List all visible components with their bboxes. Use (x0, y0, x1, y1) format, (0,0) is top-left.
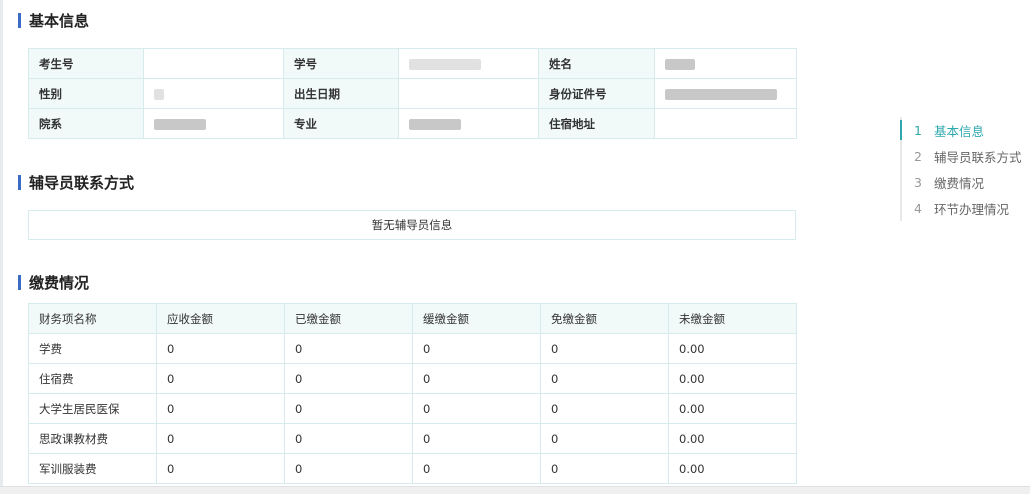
basic-info-table: 考生号 学号 姓名 性别 出生日期 身份证件号 院系 专业 住宿地址 (28, 48, 797, 139)
table-cell: 0 (412, 423, 541, 454)
column-header: 免缴金额 (540, 303, 669, 334)
value-major (398, 108, 539, 139)
section-marker (18, 175, 21, 190)
column-header: 财务项名称 (28, 303, 157, 334)
toc-item-label: 环节办理情况 (934, 201, 1010, 217)
table-cell: 0 (156, 363, 285, 394)
value-exam-number (143, 48, 284, 79)
label-exam-number: 考生号 (28, 48, 144, 79)
table-cell: 0 (156, 423, 285, 454)
label-birth-date: 出生日期 (283, 78, 399, 109)
table-cell: 0 (412, 333, 541, 364)
table-cell: 0 (284, 363, 413, 394)
redacted-value (409, 58, 481, 70)
table-row: 思政课教材费 0 0 0 0 0.00 (28, 423, 797, 454)
table-row: 考生号 学号 姓名 (28, 48, 797, 79)
table-cell: 0 (284, 393, 413, 424)
redacted-value (409, 118, 461, 130)
section-title-text: 辅导员联系方式 (29, 174, 135, 192)
value-name (654, 48, 797, 79)
table-cell: 0.00 (668, 453, 797, 484)
value-birth-date (398, 78, 539, 109)
table-cell: 0 (156, 393, 285, 424)
table-cell: 0 (156, 333, 285, 364)
table-cell: 0 (284, 453, 413, 484)
section-title-counselor: 辅导员联系方式 (18, 172, 134, 193)
label-dorm-address: 住宿地址 (538, 108, 655, 139)
column-header: 未缴金额 (668, 303, 797, 334)
redacted-value (154, 118, 206, 130)
redacted-value (154, 88, 164, 100)
label-gender: 性别 (28, 78, 144, 109)
label-name: 姓名 (538, 48, 655, 79)
table-cell: 0 (540, 423, 669, 454)
table-row: 性别 出生日期 身份证件号 (28, 78, 797, 109)
toc-item-procedures[interactable]: 4 环节办理情况 (902, 195, 1022, 221)
table-cell: 0.00 (668, 393, 797, 424)
label-major: 专业 (283, 108, 399, 139)
table-row: 大学生居民医保 0 0 0 0 0.00 (28, 393, 797, 424)
table-cell: 住宿费 (28, 363, 157, 394)
table-cell: 大学生居民医保 (28, 393, 157, 424)
value-student-id (398, 48, 539, 79)
section-marker (18, 275, 21, 290)
table-cell: 思政课教材费 (28, 423, 157, 454)
table-cell: 军训服装费 (28, 453, 157, 484)
table-cell: 0.00 (668, 333, 797, 364)
value-id-number (654, 78, 797, 109)
label-department: 院系 (28, 108, 144, 139)
toc-item-label: 缴费情况 (934, 175, 985, 191)
toc-item-number: 1 (914, 122, 922, 138)
section-title-text: 基本信息 (29, 12, 90, 30)
section-title-fees: 缴费情况 (18, 272, 89, 293)
redacted-value (665, 88, 777, 100)
section-title-text: 缴费情况 (29, 274, 90, 292)
table-row: 军训服装费 0 0 0 0 0.00 (28, 453, 797, 484)
column-header: 缓缴金额 (412, 303, 541, 334)
toc-item-fees[interactable]: 3 缴费情况 (902, 169, 1022, 195)
toc-item-label: 基本信息 (934, 123, 985, 139)
toc-item-number: 2 (914, 148, 922, 164)
table-row: 住宿费 0 0 0 0 0.00 (28, 363, 797, 394)
section-anchor-nav: 1 基本信息 2 辅导员联系方式 3 缴费情况 4 环节办理情况 (900, 117, 1022, 221)
table-cell: 0.00 (668, 363, 797, 394)
label-student-id: 学号 (283, 48, 399, 79)
table-cell: 0 (284, 423, 413, 454)
table-row: 院系 专业 住宿地址 (28, 108, 797, 139)
table-cell: 学费 (28, 333, 157, 364)
horizontal-scrollbar[interactable] (0, 486, 1030, 494)
value-department (143, 108, 284, 139)
fee-table: 财务项名称 应收金额 已缴金额 缓缴金额 免缴金额 未缴金额 学费 0 0 0 … (28, 303, 797, 484)
empty-state-text: 暂无辅导员信息 (371, 218, 453, 232)
column-header: 应收金额 (156, 303, 285, 334)
toc-item-number: 3 (914, 174, 922, 190)
section-title-basic-info: 基本信息 (18, 10, 89, 31)
page-left-edge (0, 0, 3, 494)
table-cell: 0 (156, 453, 285, 484)
table-cell: 0 (412, 393, 541, 424)
value-dorm-address (654, 108, 797, 139)
column-header: 已缴金额 (284, 303, 413, 334)
table-cell: 0 (540, 453, 669, 484)
table-cell: 0 (284, 333, 413, 364)
toc-item-label: 辅导员联系方式 (934, 149, 1022, 165)
value-gender (143, 78, 284, 109)
table-cell: 0 (412, 363, 541, 394)
table-header-row: 财务项名称 应收金额 已缴金额 缓缴金额 免缴金额 未缴金额 (28, 303, 797, 334)
table-cell: 0 (540, 363, 669, 394)
toc-item-counselor[interactable]: 2 辅导员联系方式 (902, 143, 1022, 169)
table-cell: 0.00 (668, 423, 797, 454)
toc-item-basic-info[interactable]: 1 基本信息 (900, 117, 1022, 143)
section-marker (18, 13, 21, 28)
redacted-value (665, 58, 695, 70)
counselor-empty-state: 暂无辅导员信息 (28, 210, 796, 240)
table-row: 学费 0 0 0 0 0.00 (28, 333, 797, 364)
toc-item-number: 4 (914, 200, 922, 216)
table-cell: 0 (540, 333, 669, 364)
table-cell: 0 (540, 393, 669, 424)
table-cell: 0 (412, 453, 541, 484)
label-id-number: 身份证件号 (538, 78, 655, 109)
